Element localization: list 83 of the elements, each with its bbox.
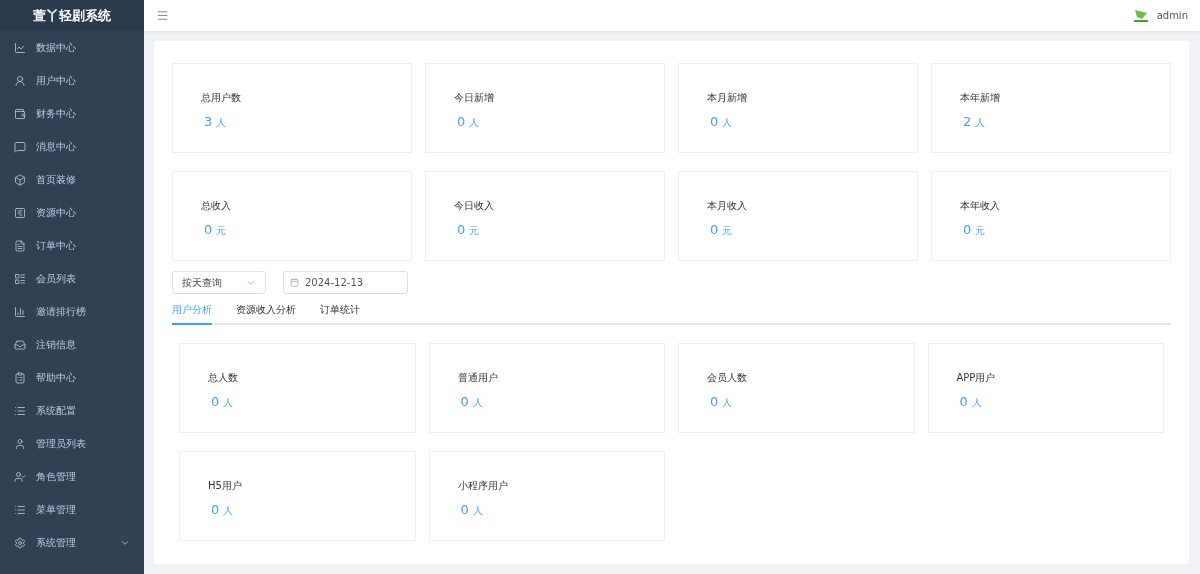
menu-item-icon: [14, 74, 26, 87]
menu-item-icon: [14, 470, 26, 483]
sidebar-item[interactable]: 会员列表: [0, 262, 144, 295]
date-field[interactable]: 2024-12-13: [283, 271, 408, 294]
sidebar-item[interactable]: 管理员列表: [0, 427, 144, 460]
stat-label: 本月新增: [707, 91, 748, 105]
stat-unit: 元: [722, 224, 733, 238]
sidebar-item[interactable]: 财务中心: [0, 97, 144, 130]
stat-label: H5用户: [208, 479, 243, 493]
stat-label: 今日新增: [454, 91, 495, 105]
sidebar-item[interactable]: 系统配置: [0, 394, 144, 427]
stat-unit: 人: [223, 396, 234, 410]
sidebar-item[interactable]: 系统管理: [0, 526, 144, 559]
stat-label: 今日收入: [454, 199, 495, 213]
query-mode-select[interactable]: 按天查询: [172, 271, 266, 294]
sidebar-item[interactable]: 注销信息: [0, 328, 144, 361]
stat-label: APP用户: [956, 371, 997, 385]
stat-label: 会员人数: [707, 371, 748, 385]
stat-label: 总收入: [201, 199, 232, 213]
stat-value: 0: [457, 114, 466, 129]
menu-item-icon: [14, 239, 26, 252]
sidebar-item[interactable]: 资源中心: [0, 196, 144, 229]
app-title: 萱丫轻剧系统: [0, 0, 144, 31]
stat-unit: 人: [975, 116, 986, 130]
stat-value: 0: [460, 502, 469, 517]
menu-item-icon: [14, 206, 26, 219]
stat-unit: 人: [216, 116, 227, 130]
stat-label: 普通用户: [457, 371, 499, 385]
stat-value: 2: [963, 114, 972, 129]
menu-item-icon: [14, 173, 26, 186]
stat-value: 0: [211, 394, 220, 409]
sidebar-item[interactable]: 帮助中心: [0, 361, 144, 394]
sidebar-item[interactable]: 邀请排行榜: [0, 295, 144, 328]
sidebar-item[interactable]: 消息中心: [0, 130, 144, 163]
menu-item-icon: [14, 371, 26, 384]
stat-unit: 元: [975, 224, 986, 238]
stat-value: 0: [710, 222, 719, 237]
stat-unit: 人: [971, 396, 982, 410]
calendar-icon: [290, 278, 299, 287]
menu-item-icon: [14, 140, 26, 153]
stat-value: 0: [204, 222, 213, 237]
stat-label: 总用户数: [201, 91, 242, 105]
stat-value: 0: [457, 222, 466, 237]
username[interactable]: admin: [1156, 10, 1188, 21]
sidebar-item[interactable]: 订单中心: [0, 229, 144, 262]
stat-label: 本月收入: [707, 199, 748, 213]
stat-unit: 元: [216, 224, 227, 238]
sidebar-item[interactable]: 角色管理: [0, 460, 144, 493]
stat-value: 0: [710, 114, 719, 129]
stat-value: 0: [963, 222, 972, 237]
stat-label: 本年新增: [960, 91, 1001, 105]
menu-item-icon: [14, 437, 26, 450]
stat-value: 0: [460, 394, 469, 409]
sidebar-item[interactable]: 用户中心: [0, 64, 144, 97]
stat-unit: 人: [472, 396, 483, 410]
stat-unit: 人: [223, 504, 234, 518]
sidebar-item[interactable]: 数据中心: [0, 31, 144, 64]
sidebar-item[interactable]: 菜单管理: [0, 493, 144, 526]
menu-item-icon: [14, 404, 26, 417]
menu-icon[interactable]: [156, 9, 169, 22]
stat-label: 本年收入: [960, 199, 1001, 213]
stat-value: 0: [959, 394, 968, 409]
menu-item-icon: [14, 107, 26, 120]
tab[interactable]: 订单统计: [320, 300, 360, 325]
stat-value: 3: [204, 114, 213, 129]
stat-label: 小程序用户: [457, 479, 509, 493]
stat-value: 0: [211, 502, 220, 517]
menu-item-icon: [14, 272, 26, 285]
menu-item-icon: [14, 305, 26, 318]
menu-item-icon: [14, 536, 26, 549]
logo-icon: [1132, 8, 1149, 23]
menu-item-icon: [14, 503, 26, 516]
stat-unit: 人: [722, 396, 733, 410]
stat-unit: 人: [472, 504, 483, 518]
menu-item-icon: [14, 41, 26, 54]
menu-item-icon: [14, 338, 26, 351]
sidebar-item[interactable]: 首页装修: [0, 163, 144, 196]
stat-unit: 人: [722, 116, 733, 130]
stat-label: 总人数: [208, 371, 239, 385]
stat-unit: 人: [469, 116, 480, 130]
stat-value: 0: [710, 394, 719, 409]
tab[interactable]: 资源收入分析: [236, 300, 296, 325]
stat-unit: 元: [469, 224, 480, 238]
